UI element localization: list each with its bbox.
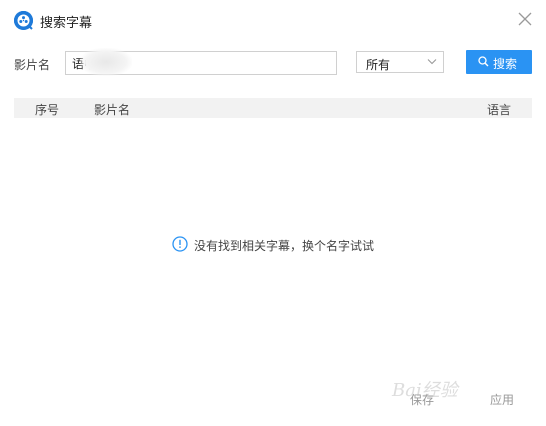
close-icon[interactable] bbox=[516, 10, 534, 28]
title-bar: 搜索字幕 bbox=[0, 0, 546, 40]
column-header-movie-name[interactable]: 影片名 bbox=[94, 101, 130, 118]
info-circle-icon bbox=[172, 236, 188, 252]
search-button-label: 搜索 bbox=[493, 57, 518, 71]
close-button[interactable] bbox=[516, 10, 534, 28]
apply-button[interactable]: 应用 bbox=[490, 391, 514, 408]
column-header-language[interactable]: 语言 bbox=[487, 101, 511, 118]
film-reel-icon bbox=[14, 11, 33, 30]
results-table-header: 序号 影片名 语言 bbox=[14, 98, 532, 118]
chevron-down-icon bbox=[427, 59, 437, 65]
movie-name-label: 影片名 bbox=[14, 58, 51, 72]
window-title: 搜索字幕 bbox=[40, 16, 93, 31]
language-filter-select[interactable]: 所有 bbox=[356, 51, 444, 73]
empty-state-text: 没有找到相关字幕，换个名字试试 bbox=[194, 239, 375, 253]
movie-name-input[interactable] bbox=[65, 51, 337, 75]
save-button[interactable]: 保存 bbox=[410, 391, 434, 408]
search-row: 影片名 所有 搜索 bbox=[0, 48, 546, 78]
search-icon bbox=[478, 56, 489, 67]
column-header-index[interactable]: 序号 bbox=[35, 101, 59, 118]
search-button[interactable]: 搜索 bbox=[466, 50, 532, 74]
filter-selected-value: 所有 bbox=[366, 58, 391, 72]
